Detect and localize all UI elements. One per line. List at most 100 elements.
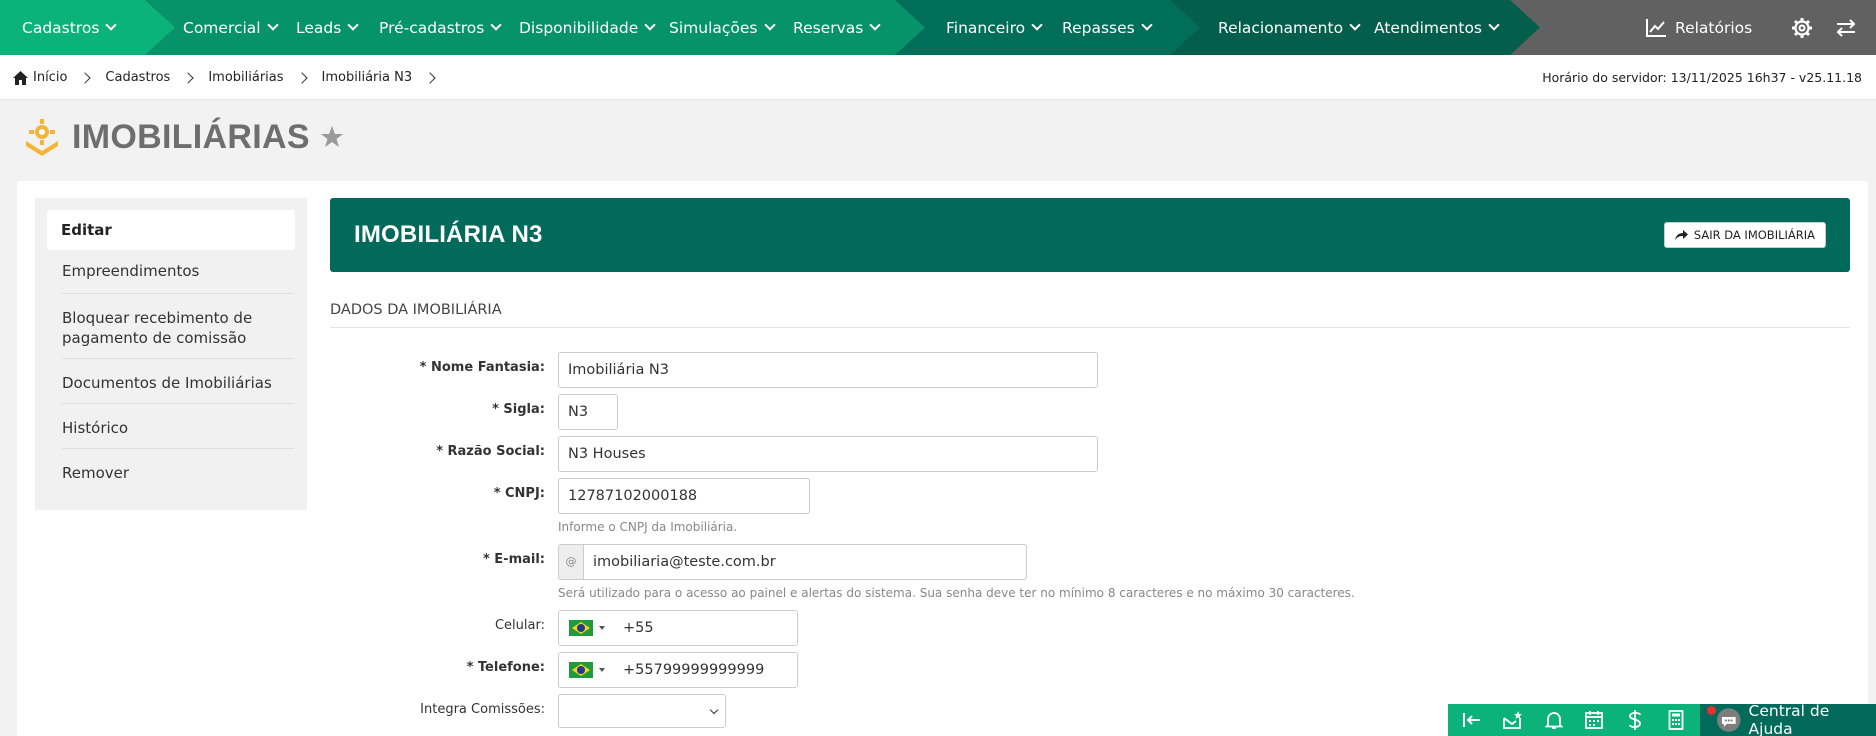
top-navigation: Cadastros Comercial Leads Pré-cadastros …: [0, 0, 1876, 55]
share-arrow-icon: [1674, 229, 1688, 240]
mail-star-icon[interactable]: [1500, 707, 1526, 733]
nav-item-comercial[interactable]: Comercial: [183, 0, 279, 55]
help-center-label: Central de Ajuda: [1748, 702, 1830, 736]
page-title: IMOBILIÁRIAS: [72, 117, 310, 156]
reports-label: Relatórios: [1675, 18, 1753, 37]
telefone-value: +55799999999999: [623, 662, 765, 678]
cnpj-help: Informe o CNPJ da Imobiliária.: [558, 520, 738, 534]
sidebar-item-bloquear-comissao[interactable]: Bloquear recebimento de pagamento de com…: [62, 308, 294, 359]
chevron-right-icon: [182, 71, 194, 84]
exit-button-label: SAIR DA IMOBILIÁRIA: [1693, 228, 1815, 242]
brazil-flag-icon: [569, 620, 593, 636]
chevron-down-icon: [869, 19, 882, 31]
nav-item-relacionamento[interactable]: Relacionamento: [1218, 0, 1361, 55]
server-time: Horário do servidor: 13/11/2025 16h37 - …: [1542, 70, 1862, 85]
nav-item-reservas[interactable]: Reservas: [793, 0, 882, 55]
breadcrumb-item-inicio[interactable]: Início: [33, 70, 67, 85]
switch-context-button[interactable]: [1835, 0, 1857, 55]
swap-arrows-icon: [1836, 18, 1856, 37]
real-estate-icon: [26, 119, 58, 156]
brazil-flag-icon: [569, 662, 593, 678]
email-label: * E-mail:: [482, 552, 545, 567]
page-header: IMOBILIÁRIAS: [22, 112, 344, 162]
section-divider: [330, 327, 1850, 328]
nav-item-label: Atendimentos: [1374, 18, 1483, 37]
chevron-down-icon: [763, 19, 776, 31]
nav-item-label: Pré-cadastros: [379, 18, 485, 37]
nav-item-atendimentos[interactable]: Atendimentos: [1374, 0, 1500, 55]
celular-label: Celular:: [494, 618, 545, 633]
nome-fantasia-label: * Nome Fantasia:: [419, 360, 545, 375]
nav-item-leads[interactable]: Leads: [296, 0, 359, 55]
help-center-button[interactable]: Central de Ajuda: [1700, 702, 1876, 736]
breadcrumb-item-current: Imobiliária N3: [321, 70, 413, 85]
chevron-right-icon: [295, 71, 308, 84]
nav-item-financeiro[interactable]: Financeiro: [946, 0, 1043, 55]
integra-comissoes-select[interactable]: [558, 694, 726, 728]
chat-bubble-icon: [1716, 708, 1741, 732]
nav-item-label: Repasses: [1062, 18, 1135, 37]
chart-line-icon: [1646, 18, 1666, 37]
chevron-down-icon: [1031, 19, 1043, 31]
chevron-down-icon: [490, 19, 503, 31]
bell-icon[interactable]: [1541, 707, 1567, 733]
nav-item-label: Relacionamento: [1218, 18, 1344, 37]
section-title: DADOS DA IMOBILIÁRIA: [330, 302, 502, 318]
exit-imobiliaria-button[interactable]: SAIR DA IMOBILIÁRIA: [1663, 222, 1826, 248]
nav-item-label: Leads: [296, 18, 342, 37]
nav-item-label: Cadastros: [22, 18, 100, 37]
telefone-input[interactable]: +55799999999999: [558, 652, 798, 688]
sidebar-item-editar[interactable]: Editar: [47, 210, 295, 250]
sigla-label: * Sigla:: [492, 402, 545, 417]
chevron-right-icon: [424, 71, 436, 84]
razao-social-input[interactable]: N3 Houses: [558, 436, 1098, 472]
breadcrumb-item-cadastros[interactable]: Cadastros: [105, 70, 170, 85]
email-input[interactable]: imobiliaria@teste.com.br: [583, 544, 1027, 580]
chevron-right-icon: [79, 71, 92, 84]
settings-button[interactable]: [1791, 0, 1813, 55]
celular-value: +55: [623, 620, 654, 636]
chevron-down-icon: [1141, 19, 1153, 31]
integra-comissoes-label: Integra Comissões:: [420, 702, 545, 717]
nav-item-cadastros[interactable]: Cadastros: [22, 0, 118, 55]
cnpj-label: * CNPJ:: [493, 486, 545, 501]
chevron-down-icon: [266, 19, 279, 31]
breadcrumb-item-imobiliarias[interactable]: Imobiliárias: [208, 70, 283, 85]
sidebar-item-documentos[interactable]: Documentos de Imobiliárias: [62, 373, 294, 404]
nav-item-disponibilidade[interactable]: Disponibilidade: [519, 0, 656, 55]
sidebar-item-remover[interactable]: Remover: [62, 463, 294, 487]
nav-item-label: Comercial: [183, 18, 261, 37]
home-icon: [13, 70, 28, 85]
cnpj-input[interactable]: 12787102000188: [558, 478, 810, 514]
nav-item-repasses[interactable]: Repasses: [1062, 0, 1153, 55]
nav-item-label: Reservas: [793, 18, 864, 37]
sigla-input[interactable]: N3: [558, 394, 618, 430]
side-menu: Editar Empreendimentos Bloquear recebime…: [35, 198, 307, 510]
chevron-down-icon: [709, 705, 719, 715]
chevron-down-icon: [105, 19, 118, 31]
nome-fantasia-input[interactable]: Imobiliária N3: [558, 352, 1098, 388]
celular-input[interactable]: +55: [558, 610, 798, 646]
at-icon: @: [558, 544, 583, 580]
nav-item-label: Financeiro: [946, 18, 1026, 37]
sidebar-item-empreendimentos[interactable]: Empreendimentos: [62, 261, 294, 294]
caret-down-icon[interactable]: [599, 626, 605, 630]
dollar-icon[interactable]: [1622, 707, 1648, 733]
star-icon[interactable]: [320, 125, 344, 149]
collapse-left-icon[interactable]: [1459, 707, 1485, 733]
nav-item-simulacoes[interactable]: Simulações: [669, 0, 776, 55]
nav-item-label: Disponibilidade: [519, 18, 639, 37]
breadcrumb-bar: Início Cadastros Imobiliárias Imobiliári…: [0, 55, 1876, 100]
chevron-down-icon: [1349, 19, 1361, 31]
chevron-down-icon: [347, 19, 359, 31]
chevron-down-icon: [1488, 19, 1500, 31]
caret-down-icon[interactable]: [599, 668, 605, 672]
nav-item-label: Simulações: [669, 18, 758, 37]
calendar-icon[interactable]: [1581, 707, 1607, 733]
reports-link[interactable]: Relatórios: [1645, 0, 1752, 55]
email-help: Será utilizado para o acesso ao painel e…: [558, 586, 1355, 600]
breadcrumb: Início Cadastros Imobiliárias Imobiliári…: [13, 55, 450, 100]
nav-item-pre-cadastros[interactable]: Pré-cadastros: [379, 0, 503, 55]
nav-segment-financeiro: [895, 0, 1200, 55]
calculator-icon[interactable]: [1663, 707, 1689, 733]
